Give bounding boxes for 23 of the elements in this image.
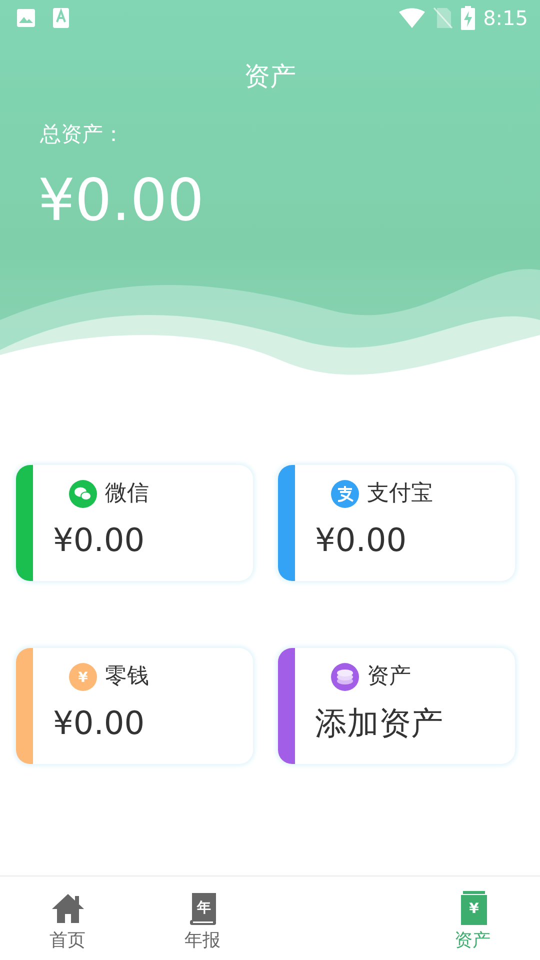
nav-tab[interactable]: 年 年报 — [135, 877, 270, 960]
account-balance: ¥0.00 — [315, 520, 408, 561]
clock-time: 8:15 — [483, 5, 528, 32]
no-sim-icon — [433, 7, 454, 29]
total-assets-value: ¥0.00 — [38, 170, 204, 228]
alipay-icon — [331, 480, 359, 508]
account-name: 零钱 — [105, 663, 149, 691]
coin-stack-icon — [331, 662, 359, 690]
image-icon — [16, 8, 36, 28]
account-balance: ¥0.00 — [53, 520, 146, 561]
account-name: 微信 — [105, 480, 149, 508]
yuan-coin-icon: ¥ — [69, 662, 97, 690]
wifi-icon — [399, 8, 426, 28]
account-name: 资产 — [367, 663, 411, 691]
account-name: 支付宝 — [367, 480, 433, 508]
total-assets-label: 总资产： — [40, 121, 124, 148]
wechat-icon — [69, 480, 97, 508]
account-balance: ¥0.00 — [53, 703, 146, 744]
nav-tab[interactable]: 首页 — [0, 877, 135, 960]
page-title: 资产 — [244, 62, 296, 92]
add-asset-link[interactable]: 添加资产 — [315, 703, 443, 745]
font-icon — [52, 7, 70, 29]
battery-charging-icon — [461, 6, 476, 30]
